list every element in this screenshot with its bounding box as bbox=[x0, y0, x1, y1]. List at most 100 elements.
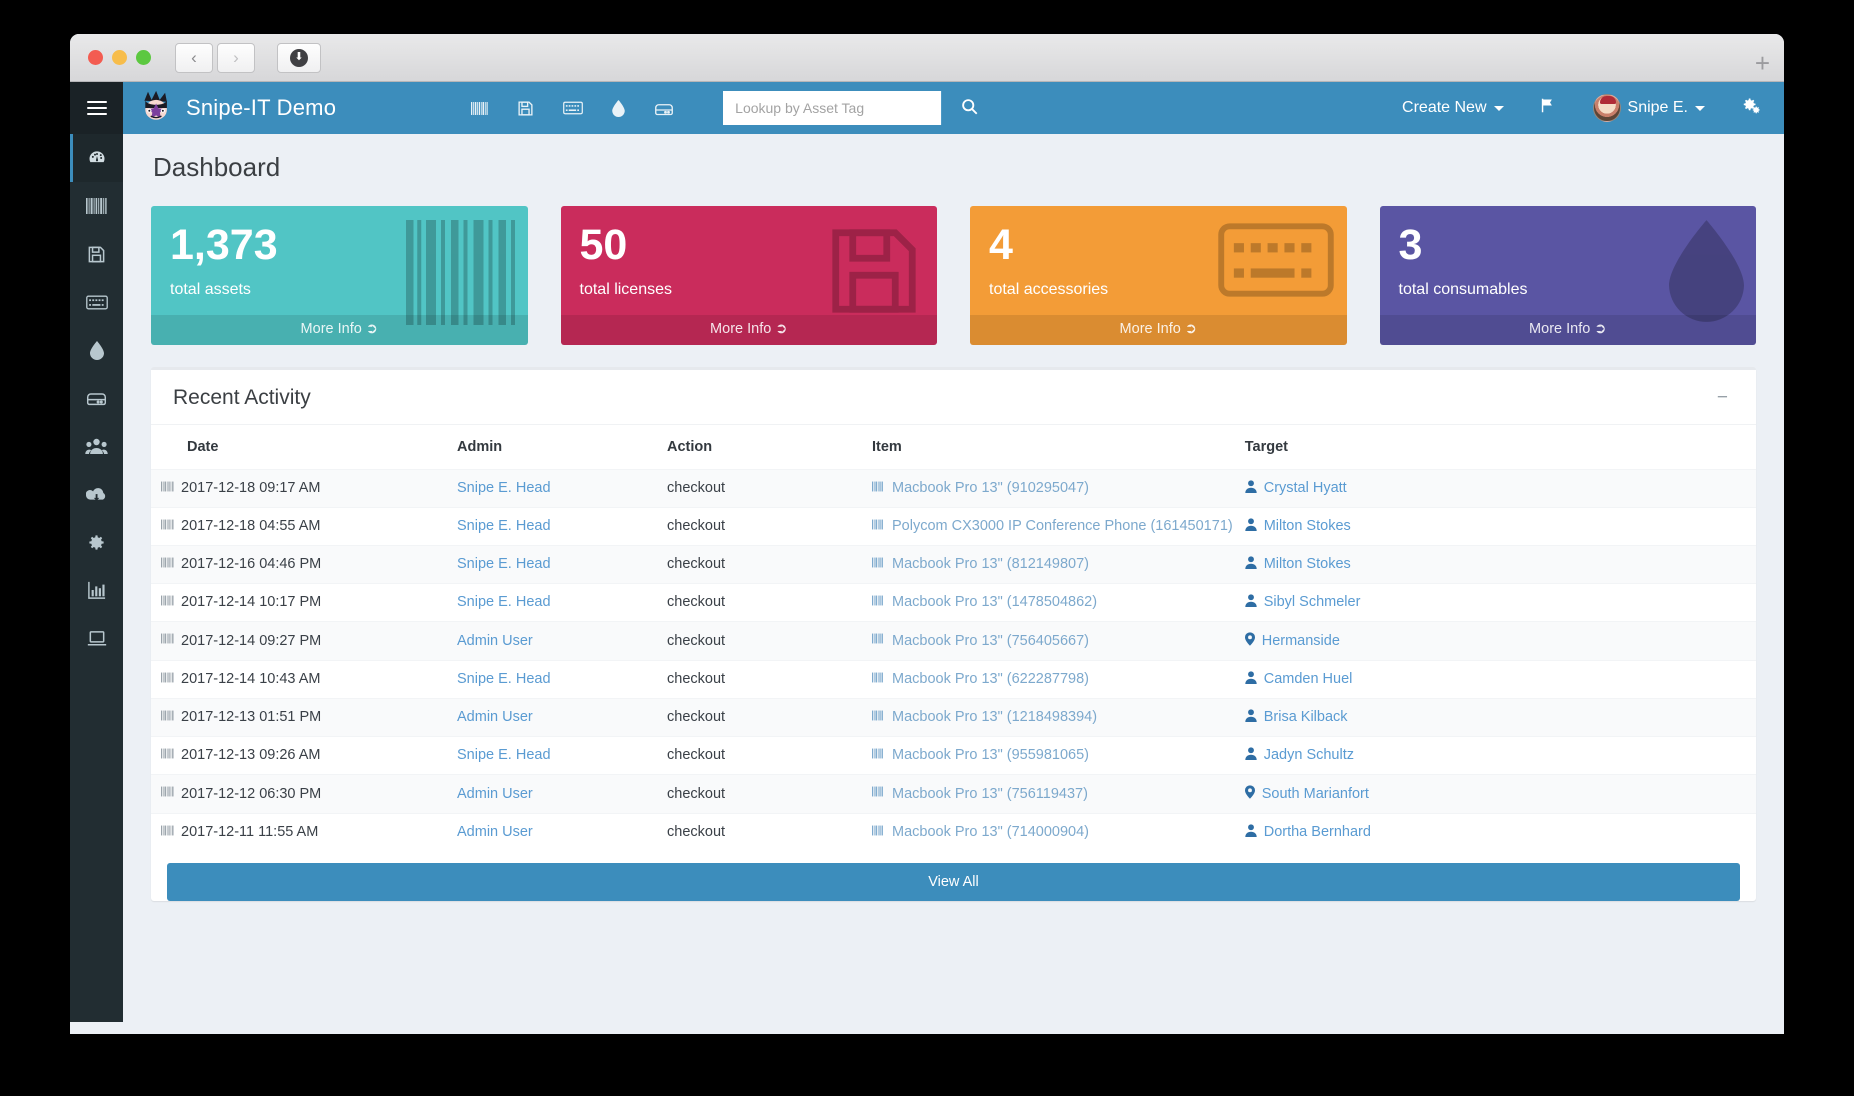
cell-date: 2017-12-12 06:30 PM bbox=[151, 773, 451, 814]
stat-label: total licenses bbox=[579, 280, 673, 298]
more-info-link[interactable]: More Info ➲ bbox=[970, 314, 1347, 345]
component-icon[interactable] bbox=[654, 101, 674, 116]
column-header-action: Action bbox=[661, 423, 866, 470]
stat-value: 50 bbox=[579, 221, 628, 269]
admin-link[interactable]: Snipe E. Head bbox=[457, 671, 551, 687]
search-icon bbox=[961, 98, 978, 118]
more-info-link[interactable]: More Info ➲ bbox=[151, 314, 528, 345]
target-link[interactable]: Brisa Kilback bbox=[1264, 709, 1348, 725]
item-link[interactable]: Macbook Pro 13" (1478504862) bbox=[892, 594, 1097, 610]
admin-link[interactable]: Snipe E. Head bbox=[457, 518, 551, 534]
forward-button[interactable]: › bbox=[217, 42, 255, 73]
item-link[interactable]: Macbook Pro 13" (756119437) bbox=[892, 786, 1088, 802]
brand[interactable]: Snipe-IT Demo bbox=[139, 90, 336, 126]
cell-action: checkout bbox=[661, 659, 866, 699]
settings-button[interactable] bbox=[1723, 82, 1778, 134]
item-link[interactable]: Macbook Pro 13" (910295047) bbox=[892, 480, 1089, 496]
item-link[interactable]: Polycom CX3000 IP Conference Phone (1614… bbox=[892, 518, 1233, 534]
window-controls[interactable] bbox=[88, 50, 151, 65]
sidebar-item-licenses[interactable] bbox=[70, 230, 123, 278]
sidebar-item-components[interactable] bbox=[70, 374, 123, 422]
search-input[interactable] bbox=[723, 91, 942, 125]
item-link[interactable]: Macbook Pro 13" (812149807) bbox=[892, 556, 1089, 572]
user-menu[interactable]: Snipe E. bbox=[1575, 82, 1723, 134]
action-text: checkout bbox=[667, 671, 726, 688]
sidebar-item-import[interactable] bbox=[70, 470, 123, 518]
sidebar-item-reports[interactable] bbox=[70, 566, 123, 614]
table-row: 2017-12-11 11:55 AM Admin User checkout Mac… bbox=[151, 812, 1756, 851]
minimize-window-button[interactable] bbox=[112, 50, 127, 65]
action-text: checkout bbox=[667, 824, 726, 841]
collapse-panel-button[interactable]: − bbox=[1711, 386, 1734, 409]
item-link[interactable]: Macbook Pro 13" (622287798) bbox=[892, 671, 1089, 687]
barcode-icon[interactable] bbox=[471, 101, 488, 116]
sidebar-item-assets[interactable] bbox=[70, 182, 123, 230]
more-info-link[interactable]: More Info ➲ bbox=[1379, 314, 1756, 345]
table-row: 2017-12-18 09:17 AM Snipe E. Head checkout… bbox=[151, 468, 1756, 508]
item-link[interactable]: Macbook Pro 13" (756405667) bbox=[892, 633, 1089, 649]
target-link[interactable]: Crystal Hyatt bbox=[1264, 480, 1347, 496]
new-tab-button[interactable]: + bbox=[1755, 48, 1770, 79]
barcode-icon bbox=[161, 671, 174, 688]
stat-card-licenses[interactable]: 50 total licenses More Info ➲ bbox=[560, 206, 937, 345]
cell-target: Jadyn Schultz bbox=[1238, 735, 1756, 775]
action-text: checkout bbox=[667, 785, 726, 802]
date-text: 2017-12-12 06:30 PM bbox=[181, 785, 322, 802]
sidebar-item-settings[interactable] bbox=[70, 518, 123, 566]
more-info-link[interactable]: More Info ➲ bbox=[560, 314, 937, 345]
target-link[interactable]: South Marianfort bbox=[1262, 786, 1369, 802]
sidebar-toggle-button[interactable] bbox=[70, 82, 123, 134]
downloads-button[interactable]: ⬇ bbox=[277, 42, 321, 73]
cell-item: Macbook Pro 13" (910295047) bbox=[866, 468, 1239, 508]
search-button[interactable] bbox=[941, 91, 998, 125]
item-link[interactable]: Macbook Pro 13" (955981065) bbox=[892, 747, 1089, 763]
barcode-icon bbox=[872, 747, 885, 764]
create-new-menu[interactable]: Create New bbox=[1384, 82, 1521, 134]
item-link[interactable]: Macbook Pro 13" (1218498394) bbox=[892, 709, 1097, 725]
keyboard-icon[interactable] bbox=[563, 101, 584, 115]
user-icon bbox=[1245, 671, 1257, 688]
admin-link[interactable]: Snipe E. Head bbox=[457, 480, 551, 496]
admin-link[interactable]: Admin User bbox=[457, 709, 533, 725]
admin-link[interactable]: Admin User bbox=[457, 633, 533, 649]
sidebar-item-dashboard[interactable] bbox=[70, 134, 123, 182]
floppy-disk-icon[interactable] bbox=[517, 100, 534, 117]
admin-link[interactable]: Admin User bbox=[457, 786, 533, 802]
sidebar-item-requestable[interactable] bbox=[70, 614, 123, 662]
sidebar-item-accessories[interactable] bbox=[70, 278, 123, 326]
language-button[interactable] bbox=[1522, 82, 1575, 134]
stat-card-assets[interactable]: 1,373 total assets More Info ➲ bbox=[151, 206, 528, 345]
admin-link[interactable]: Admin User bbox=[457, 824, 533, 840]
admin-link[interactable]: Snipe E. Head bbox=[457, 747, 551, 763]
cell-item: Macbook Pro 13" (714000904) bbox=[866, 812, 1239, 851]
sidebar-item-users[interactable] bbox=[70, 422, 123, 470]
target-link[interactable]: Camden Huel bbox=[1264, 671, 1353, 687]
cell-admin: Admin User bbox=[451, 812, 661, 851]
cell-item: Macbook Pro 13" (955981065) bbox=[866, 735, 1239, 775]
item-link[interactable]: Macbook Pro 13" (714000904) bbox=[892, 824, 1089, 840]
target-link[interactable]: Milton Stokes bbox=[1264, 518, 1351, 534]
maximize-window-button[interactable] bbox=[136, 50, 151, 65]
cell-action: checkout bbox=[661, 506, 866, 546]
chevron-down-icon bbox=[1493, 105, 1504, 111]
admin-link[interactable]: Snipe E. Head bbox=[457, 594, 551, 610]
sidebar-item-consumables[interactable] bbox=[70, 326, 123, 374]
action-text: checkout bbox=[667, 594, 726, 611]
target-link[interactable]: Jadyn Schultz bbox=[1264, 747, 1354, 763]
target-link[interactable]: Sibyl Schmeler bbox=[1264, 594, 1361, 610]
target-link[interactable]: Dortha Bernhard bbox=[1264, 824, 1371, 840]
stat-label: total consumables bbox=[1398, 280, 1528, 298]
stat-card-consumables[interactable]: 3 total consumables More Info ➲ bbox=[1379, 206, 1756, 345]
dashboard-icon bbox=[87, 148, 107, 168]
back-button[interactable]: ‹ bbox=[175, 42, 213, 73]
cell-date: 2017-12-14 09:27 PM bbox=[151, 620, 451, 661]
action-text: checkout bbox=[667, 709, 726, 726]
droplet-icon[interactable] bbox=[612, 99, 625, 117]
droplet-icon bbox=[89, 340, 104, 360]
stat-card-accessories[interactable]: 4 total accessories More Info ➲ bbox=[970, 206, 1347, 345]
target-link[interactable]: Hermanside bbox=[1262, 633, 1340, 649]
admin-link[interactable]: Snipe E. Head bbox=[457, 556, 551, 572]
view-all-button[interactable]: View All bbox=[167, 862, 1740, 901]
target-link[interactable]: Milton Stokes bbox=[1264, 556, 1351, 572]
close-window-button[interactable] bbox=[88, 50, 103, 65]
